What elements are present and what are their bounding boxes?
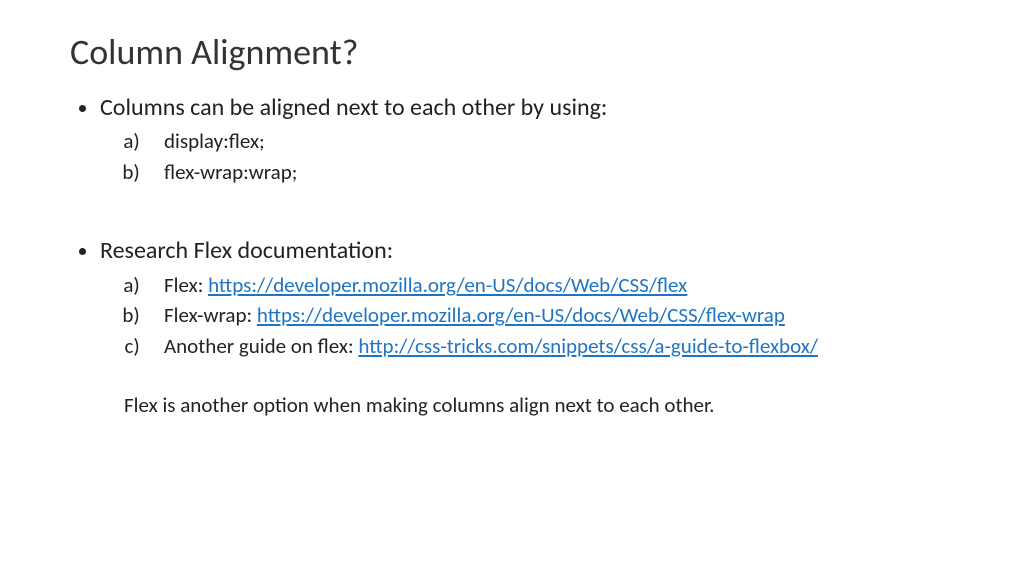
link-flex-guide[interactable]: http://css-tricks.com/snippets/css/a-gui… [358,333,818,359]
footnote: Flex is another option when making colum… [124,391,964,420]
link-flex-wrap[interactable]: https://developer.mozilla.org/en-US/docs… [257,302,785,328]
link-flex[interactable]: https://developer.mozilla.org/en-US/docs… [208,272,687,298]
sub-2c-label: Another guide on flex: [164,333,358,359]
bullet-2: Research Flex documentation: Flex: https… [100,235,964,361]
sub-2a-label: Flex: [164,272,208,298]
sub-2a: Flex: https://developer.mozilla.org/en-U… [154,270,964,300]
slide: Column Alignment? Columns can be aligned… [0,0,1024,576]
slide-title: Column Alignment? [70,30,964,74]
sub-1a: display:flex; [154,126,964,156]
bullet-1-sublist: display:flex; flex-wrap:wrap; [100,126,964,187]
sub-2c: Another guide on flex: http://css-tricks… [154,331,964,361]
bullet-2-text: Research Flex documentation: [100,236,393,265]
bullet-1-text: Columns can be aligned next to each othe… [100,93,607,122]
sub-2b-label: Flex-wrap: [164,302,257,328]
bullet-2-sublist: Flex: https://developer.mozilla.org/en-U… [100,270,964,361]
bullet-list: Columns can be aligned next to each othe… [70,92,964,361]
sub-1b: flex-wrap:wrap; [154,157,964,187]
bullet-1: Columns can be aligned next to each othe… [100,92,964,187]
sub-2b: Flex-wrap: https://developer.mozilla.org… [154,300,964,330]
spacer [100,199,964,235]
